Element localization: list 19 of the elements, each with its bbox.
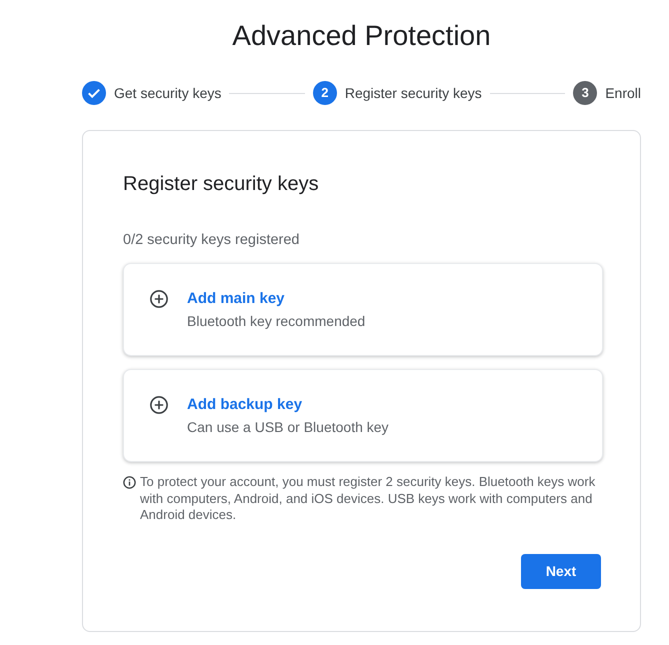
info-icon bbox=[123, 476, 136, 489]
key-description: Bluetooth key recommended bbox=[187, 312, 366, 330]
add-key-link[interactable]: Add main key bbox=[187, 288, 285, 308]
add-key-card[interactable]: Add main key Bluetooth key recommended bbox=[123, 263, 603, 356]
page-title: Advanced Protection bbox=[232, 19, 491, 53]
step-label: Get security keys bbox=[114, 84, 222, 103]
next-button[interactable]: Next bbox=[521, 554, 601, 588]
step-number: 3 bbox=[573, 81, 598, 105]
add-key-link[interactable]: Add backup key bbox=[187, 394, 302, 414]
step-number: 2 bbox=[312, 81, 337, 105]
card-heading: Register security keys bbox=[123, 172, 319, 196]
plus-circle-icon bbox=[150, 290, 168, 308]
info-note: To protect your account, you must register 2 security keys. Bluetooth keys work with computers, Android, and iOS devices. USB keys work with computers and Android devices. bbox=[140, 474, 596, 524]
progress-text: 0/2 security keys registered bbox=[123, 231, 300, 250]
add-key-card[interactable]: Add backup key Can use a USB or Bluetooth key bbox=[123, 369, 603, 462]
plus-circle-icon bbox=[150, 396, 168, 414]
key-description: Can use a USB or Bluetooth key bbox=[187, 418, 389, 436]
step-label: Enroll bbox=[605, 84, 642, 103]
step-label: Register security keys bbox=[344, 84, 482, 103]
